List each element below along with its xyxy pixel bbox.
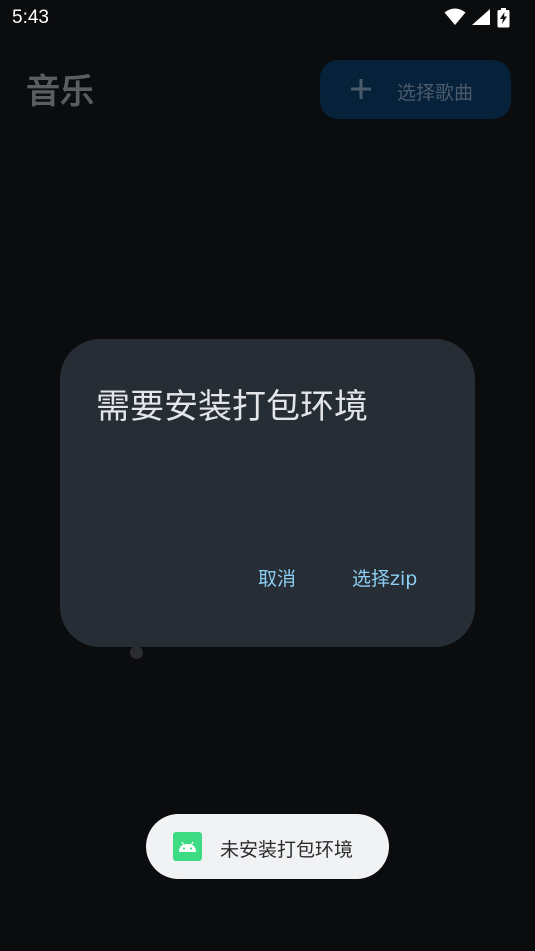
screen: 5:43 音乐 选择歌曲 需要安装打包环境 取消 选择zip 未安装打包环境 [0,0,535,951]
scroll-indicator [130,646,143,659]
battery-charging-icon [497,8,510,28]
install-environment-dialog: 需要安装打包环境 取消 选择zip [60,339,475,647]
status-time: 5:43 [12,7,49,28]
toast: 未安装打包环境 [146,814,389,879]
toast-message: 未安装打包环境 [220,839,354,861]
android-icon [173,832,202,861]
select-song-button[interactable]: 选择歌曲 [320,60,511,119]
cancel-button[interactable]: 取消 [258,564,296,591]
app-title: 音乐 [26,72,94,112]
cell-signal-icon [472,9,490,25]
plus-icon [351,79,371,99]
select-zip-button[interactable]: 选择zip [352,564,417,591]
status-bar: 5:43 [0,0,535,36]
wifi-icon [444,8,466,25]
select-song-label: 选择歌曲 [397,82,474,104]
dialog-title: 需要安装打包环境 [96,387,368,427]
